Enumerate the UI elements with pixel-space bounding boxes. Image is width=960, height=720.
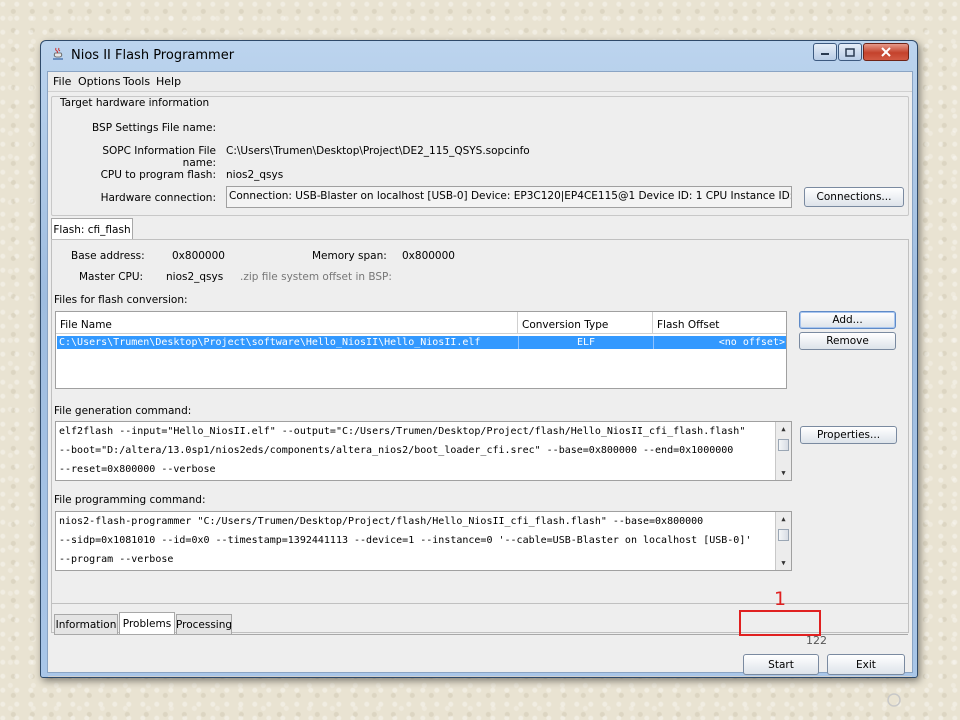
status-divider [48,676,912,677]
status-indicator-icon [887,693,901,707]
scroll-down-icon[interactable]: ▼ [776,466,791,480]
column-flash-offset[interactable]: Flash Offset [653,312,786,334]
programming-line: --program --verbose [59,554,174,565]
menu-bar: File Options Tools Help [48,72,912,92]
sopc-label: SOPC Information File name: [102,145,216,169]
generation-command-textarea[interactable]: elf2flash --input="Hello_NiosII.elf" --o… [55,421,792,481]
title-bar[interactable]: Nios II Flash Programmer [41,41,917,69]
generation-scrollbar[interactable]: ▲ ▼ [775,422,791,480]
java-app-icon [53,47,63,60]
scroll-up-icon[interactable]: ▲ [776,422,791,436]
add-button[interactable]: Add... [799,311,896,329]
connections-button[interactable]: Connections... [804,187,904,207]
menu-help[interactable]: Help [156,75,181,88]
generation-line: elf2flash --input="Hello_NiosII.elf" --o… [59,426,746,437]
row-conversion-type: ELF [518,336,653,349]
generation-command-label: File generation command: [54,405,192,417]
table-row[interactable]: C:\Users\Trumen\Desktop\Project\software… [57,336,786,349]
target-group-title: Target hardware information [58,97,212,109]
hw-connection-value: Connection: USB-Blaster on localhost [US… [229,190,792,202]
page-number: 122 [806,634,827,647]
programming-line: nios2-flash-programmer "C:/Users/Trumen/… [59,516,704,527]
sopc-value: C:\Users\Trumen\Desktop\Project\DE2_115_… [226,145,530,157]
generation-line: --boot="D:/altera/13.0sp1/nios2eds/compo… [59,445,734,456]
column-file-name[interactable]: File Name [56,312,518,334]
menu-tools[interactable]: Tools [123,75,150,88]
properties-button[interactable]: Properties... [800,426,897,444]
hw-connection-label: Hardware connection: [100,192,216,204]
cpu-value: nios2_qsys [226,169,284,181]
cpu-label: CPU to program flash: [100,169,216,181]
remove-button[interactable]: Remove [799,332,896,350]
tab-processing[interactable]: Processing [176,614,232,634]
minimize-icon [821,53,829,55]
maximize-icon [845,47,855,57]
programming-scrollbar[interactable]: ▲ ▼ [775,512,791,570]
minimize-button[interactable] [813,43,837,61]
flash-programmer-window: Nios II Flash Programmer File Options To… [40,40,918,707]
close-button[interactable] [863,43,909,61]
step-number: 1 [774,588,787,610]
memory-span-label: Memory span: [312,250,387,262]
master-cpu-label: Master CPU: [79,271,144,283]
tab-information[interactable]: Information [54,614,118,634]
base-address-value: 0x800000 [172,250,225,262]
start-button[interactable]: Start [743,654,819,675]
programming-line: --sidp=0x1081010 --id=0x0 --timestamp=13… [59,535,752,546]
tab-flash-cfi[interactable]: Flash: cfi_flash [51,218,133,240]
memory-span-value: 0x800000 [402,250,455,262]
zip-offset-label: .zip file system offset in BSP: [240,271,392,283]
menu-options[interactable]: Options [78,75,120,88]
row-flash-offset: <no offset> [653,336,785,349]
start-highlight-box [739,610,821,636]
scroll-thumb[interactable] [778,439,789,451]
close-icon [881,47,891,57]
scroll-thumb[interactable] [778,529,789,541]
scroll-down-icon[interactable]: ▼ [776,556,791,570]
column-conversion-type[interactable]: Conversion Type [518,312,653,334]
tab-problems[interactable]: Problems [119,612,175,634]
base-address-label: Base address: [71,250,145,262]
scroll-up-icon[interactable]: ▲ [776,512,791,526]
row-file-name: C:\Users\Trumen\Desktop\Project\software… [59,337,481,348]
bsp-label: BSP Settings File name: [92,122,216,134]
hw-connection-field[interactable]: Connection: USB-Blaster on localhost [US… [226,186,792,208]
menu-file[interactable]: File [53,75,71,88]
master-cpu-value: nios2_qsys [166,271,224,283]
maximize-button[interactable] [838,43,862,61]
programming-command-label: File programming command: [54,494,206,506]
window-title: Nios II Flash Programmer [71,48,235,63]
generation-line: --reset=0x800000 --verbose [59,464,216,475]
files-section-label: Files for flash conversion: [54,294,188,306]
window-content: File Options Tools Help Target hardware … [47,71,913,707]
files-table: File Name Conversion Type Flash Offset C… [55,311,787,389]
programming-command-textarea[interactable]: nios2-flash-programmer "C:/Users/Trumen/… [55,511,792,571]
exit-button[interactable]: Exit [827,654,905,675]
